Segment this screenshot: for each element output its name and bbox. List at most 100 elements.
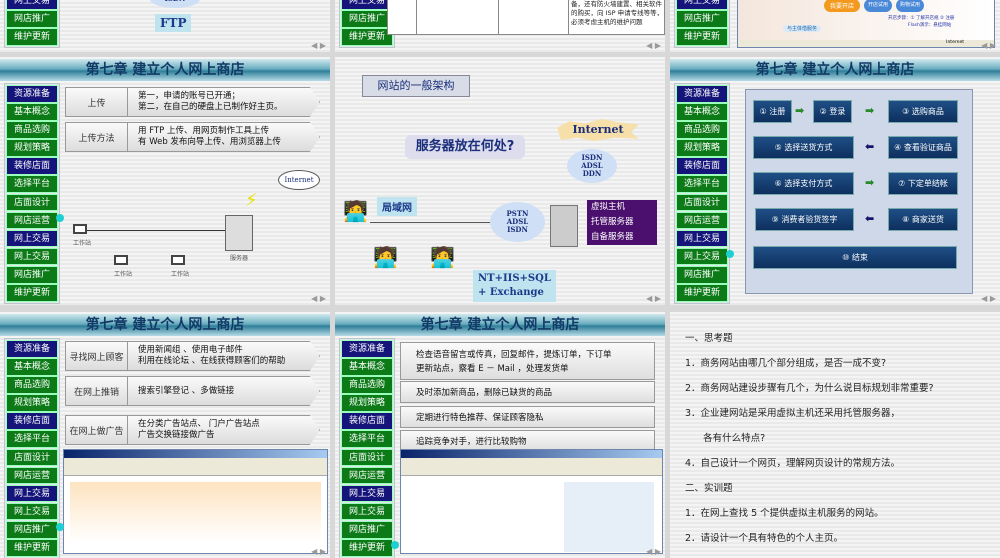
sidebar-item[interactable]: 网上交易 — [6, 502, 58, 521]
server-label: 服务器 — [230, 255, 249, 262]
sidebar-item[interactable]: 网上交易 — [6, 229, 58, 248]
sidebar-item[interactable]: 装修店面 — [6, 412, 58, 430]
sidebar-item[interactable]: 网店推广 — [6, 10, 58, 28]
user-icon: 🧑‍💻 — [343, 199, 368, 223]
sidebar-item[interactable]: 维护更新 — [676, 284, 728, 302]
row-text: 在分类广告站点、 门户广告站点 — [138, 419, 260, 429]
sidebar-item[interactable]: 网店推广 — [341, 520, 393, 539]
sidebar-item[interactable]: 选择平台 — [6, 175, 58, 194]
arrow-left-icon: ⬅ — [865, 140, 875, 153]
network-line — [85, 230, 225, 231]
sidebar-item[interactable]: 网上交易 — [6, 484, 58, 503]
sidebar-item[interactable]: 店面设计 — [341, 448, 393, 467]
sidebar-item[interactable]: 店面设计 — [6, 448, 58, 467]
sidebar-item[interactable]: 基本概念 — [676, 103, 728, 121]
sidebar-item[interactable]: 基本概念 — [341, 358, 393, 376]
sidebar-item[interactable]: 商品选购 — [341, 376, 393, 394]
slide-architecture: 网站的一般架构 Internet 服务器放在何处? ISDN ADSL DDN PS… — [335, 57, 665, 305]
arrow-right-icon: ➡ — [795, 104, 805, 117]
sidebar-item[interactable]: 选择平台 — [676, 175, 728, 194]
sidebar-item[interactable]: 资源准备 — [6, 340, 58, 358]
row-text: 搜索引擎登记 、多做链接 — [138, 386, 235, 396]
hosting-option: 托管服务器 — [591, 217, 634, 227]
sidebar-item[interactable]: 维护更新 — [341, 28, 393, 46]
sidebar-item[interactable]: 商品选购 — [676, 121, 728, 139]
sidebar-item[interactable]: 规划策略 — [6, 394, 58, 412]
sidebar-item[interactable]: 规划策略 — [341, 394, 393, 412]
sidebar-item[interactable]: 资源准备 — [6, 85, 58, 103]
maintenance-row: 检查语音留言或传真，回复邮件，提炼订单，下订单 更新站点，察看 E － Mail … — [400, 342, 655, 380]
sidebar-item[interactable]: 网店推广 — [341, 10, 393, 28]
sidebar-item[interactable]: 维护更新 — [341, 539, 393, 557]
section-heading: 二、实训题 — [685, 483, 733, 494]
sidebar-item[interactable]: 基本概念 — [6, 358, 58, 376]
shopping-trial-button[interactable]: 购物试用 — [896, 0, 925, 12]
sidebar-item[interactable]: 店面设计 — [6, 193, 58, 212]
sidebar-item[interactable]: 网上交易 — [6, 247, 58, 266]
slide-nav[interactable]: ◀ ▶ — [311, 547, 326, 556]
sidebar-item[interactable]: 网上交易 — [676, 0, 728, 10]
sidebar-item[interactable]: 维护更新 — [676, 28, 728, 46]
sidebar-item[interactable]: 网上交易 — [676, 247, 728, 266]
sidebar-item[interactable]: 选择平台 — [6, 430, 58, 449]
sidebar-item[interactable]: 网店运营 — [6, 211, 58, 230]
steps-link[interactable]: 开店步骤：① 了解开店规 ② 注册 — [888, 15, 954, 21]
slide-nav[interactable]: ◀ ▶ — [646, 547, 661, 556]
workstation-icon — [114, 255, 128, 265]
sidebar-item[interactable]: 网店推广 — [676, 265, 728, 284]
sidebar-item[interactable]: 网上交易 — [341, 502, 393, 521]
open-shop-button[interactable]: 我要开店 — [824, 0, 861, 12]
sidebar-item[interactable]: 网店运营 — [341, 466, 393, 485]
sidebar-item[interactable]: 网店推广 — [6, 520, 58, 539]
sidebar-item[interactable]: 商品选购 — [6, 121, 58, 139]
sidebar-item[interactable]: 资源准备 — [341, 340, 393, 358]
sidebar-item[interactable]: 网上交易 — [676, 229, 728, 248]
sidebar-item[interactable]: 商品选购 — [6, 376, 58, 394]
flow-step: ⑨ 消费者验货签字 — [755, 208, 854, 231]
flow-step: ⑦ 下定单结帐 — [888, 172, 958, 195]
row-text: 使用新闻组 、使用电子邮件 — [138, 345, 243, 355]
sidebar-item[interactable]: 网上交易 — [341, 484, 393, 503]
row-text: 有 Web 发布向导上传、用浏览器上传 — [138, 137, 281, 147]
slide-maintenance: 第七章 建立个人网上商店 资源准备 基本概念 商品选购 规划策略 装修店面 选择平台 店面设… — [335, 312, 665, 558]
row-key: 上传方法 — [66, 123, 128, 151]
slide-nav[interactable]: ◀ ▶ — [646, 294, 661, 303]
sidebar-item[interactable]: 网上交易 — [341, 0, 393, 10]
row-text: 用 FTP 上传、用网页制作工具上传 — [138, 126, 269, 136]
trial-button[interactable]: 开店试用 — [864, 0, 893, 12]
flash-link[interactable]: Flash演示：悬挂网站 — [908, 22, 951, 28]
sidebar-item[interactable]: 维护更新 — [6, 28, 58, 46]
sidebar: 资源准备 基本概念 商品选购 规划策略 装修店面 选择平台 店面设计 网店运营 网上交易 网上交易… — [674, 83, 730, 305]
sidebar-item[interactable]: 维护更新 — [6, 539, 58, 557]
sidebar-item[interactable]: 装修店面 — [341, 412, 393, 430]
slide-nav[interactable]: ◀ ▶ — [311, 41, 326, 50]
browser-screenshot: 我要开店 开店试用 购物试用 开店步骤：① 了解开店规 ② 注册 Flash演示… — [737, 0, 995, 48]
slide-nav[interactable]: ◀ ▶ — [311, 294, 326, 303]
sidebar-item[interactable]: 网店运营 — [676, 211, 728, 230]
sidebar-item[interactable]: 装修店面 — [676, 157, 728, 175]
sidebar-item[interactable]: 规划策略 — [6, 139, 58, 157]
sidebar-item[interactable]: 装修店面 — [6, 157, 58, 175]
sidebar-item[interactable]: 维护更新 — [6, 284, 58, 302]
sidebar-item[interactable]: 选择平台 — [341, 430, 393, 449]
slide-nav[interactable]: ◀ ▶ — [646, 41, 661, 50]
arrow-right-icon: ➡ — [865, 104, 875, 117]
sidebar-item[interactable]: 网店运营 — [6, 466, 58, 485]
slide-nav[interactable]: ◀ ▶ — [981, 41, 996, 50]
slide-upload: 第七章 建立个人网上商店 资源准备 基本概念 商品选购 规划策略 装修店面 选择平台 店面设… — [0, 57, 330, 305]
internet-cloud: Internet — [278, 170, 320, 190]
sidebar-item[interactable]: 基本概念 — [6, 103, 58, 121]
row-text: 广告交换链接做广告 — [138, 430, 215, 440]
sidebar-item[interactable]: 店面设计 — [676, 193, 728, 212]
sidebar-item[interactable]: 规划策略 — [676, 139, 728, 157]
slide-nav[interactable]: ◀ ▶ — [981, 294, 996, 303]
browser-screenshot — [400, 449, 663, 554]
upload-row: 上传 第一，申请的账号已开通； 第二，在自己的硬盘上已制作好主页。 — [65, 87, 320, 117]
question-bubble: 服务器放在何处? — [405, 135, 525, 159]
sidebar-item[interactable]: 资源准备 — [676, 85, 728, 103]
sidebar-item[interactable]: 网店推广 — [6, 265, 58, 284]
sidebar-item[interactable]: 网上交易 — [6, 0, 58, 10]
user-icon: 🧑‍💻 — [430, 245, 455, 269]
arrow-right-icon: ➡ — [865, 176, 875, 189]
sidebar-item[interactable]: 网店推广 — [676, 10, 728, 28]
